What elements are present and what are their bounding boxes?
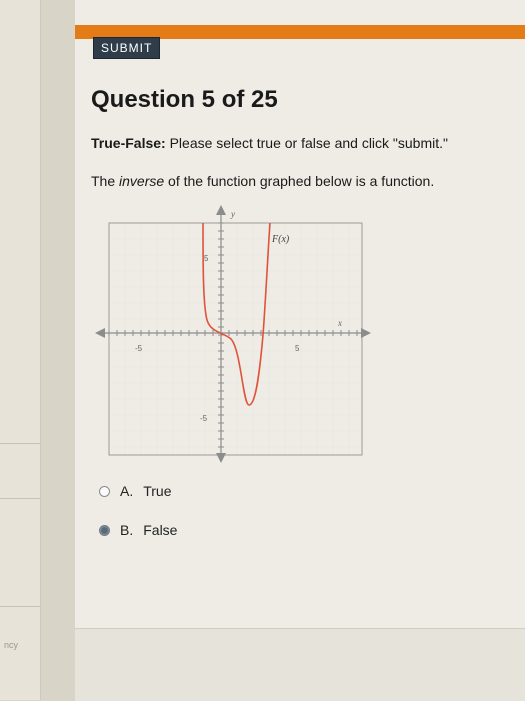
instructions: True-False: Please select true or false …: [91, 135, 448, 151]
function-graph: x y -5 5 5 -5 F(x): [95, 205, 371, 463]
choice-letter: B.: [120, 522, 134, 538]
axis-ticks: [108, 222, 358, 456]
y-axis-arrow-up: [216, 205, 226, 215]
left-panel: ncy: [0, 0, 41, 700]
prompt-text-end: of the function graphed below is a funct…: [164, 173, 435, 189]
y-axis-label: y: [230, 209, 235, 219]
y-tick-label-neg: -5: [200, 414, 208, 423]
left-divider: [0, 606, 40, 607]
left-divider: [0, 498, 40, 499]
choice-true[interactable]: A. True: [99, 483, 172, 499]
instructions-lead: True-False:: [91, 135, 166, 151]
function-curve: [202, 222, 271, 406]
x-axis-arrow-right: [361, 328, 371, 338]
prompt-emphasis: inverse: [119, 173, 165, 189]
prompt-text-start: The: [91, 173, 120, 189]
y-tick-label-pos: 5: [204, 254, 209, 263]
x-axis-arrow-left: [95, 328, 105, 338]
choice-label: True: [143, 483, 172, 499]
instructions-text: Please select true or false and click "s…: [165, 135, 448, 151]
choice-label: False: [143, 522, 178, 538]
x-tick-label-neg: -5: [135, 344, 143, 353]
radio-button[interactable]: [99, 485, 110, 497]
question-prompt: The inverse of the function graphed belo…: [91, 173, 434, 189]
choice-false[interactable]: B. False: [99, 522, 177, 538]
graph-frame: [108, 222, 363, 456]
submit-button[interactable]: SUBMIT: [93, 37, 161, 59]
graph-grid: [108, 222, 362, 455]
left-divider: [0, 443, 40, 444]
function-label: F(x): [271, 234, 290, 245]
sidebar-stub-text: ncy: [4, 640, 19, 650]
x-axis-label: x: [337, 318, 342, 328]
radio-button[interactable]: [99, 524, 110, 536]
footer-band: [75, 628, 525, 701]
question-title: Question 5 of 25: [91, 86, 278, 113]
choice-letter: A.: [120, 483, 134, 499]
question-page: SUBMIT Question 5 of 25 True-False: Plea…: [75, 0, 525, 701]
x-tick-label-pos: 5: [295, 344, 300, 353]
